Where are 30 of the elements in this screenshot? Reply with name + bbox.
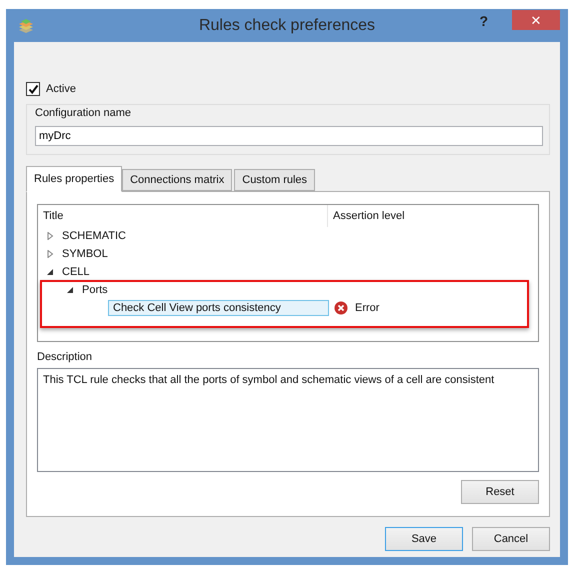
collapsed-arrow-icon[interactable] bbox=[46, 232, 54, 240]
tree-item[interactable]: SCHEMATIC bbox=[60, 229, 128, 243]
configuration-name-field[interactable]: myDrc bbox=[35, 126, 543, 146]
cancel-button[interactable]: Cancel bbox=[472, 527, 550, 551]
description-field[interactable]: This TCL rule checks that all the ports of symbol and schematic views of a cell are consistent bbox=[37, 368, 539, 472]
save-button[interactable]: Save bbox=[385, 527, 463, 551]
tab[interactable]: Rules properties bbox=[26, 166, 122, 192]
tree-item[interactable]: CELL bbox=[60, 265, 92, 279]
help-button[interactable]: ? bbox=[475, 13, 492, 29]
column-header[interactable]: Assertion level bbox=[328, 205, 538, 227]
tree-item[interactable]: Check Cell View ports consistency bbox=[108, 300, 329, 316]
tab[interactable]: Connections matrix bbox=[122, 169, 232, 191]
collapsed-arrow-icon[interactable] bbox=[46, 250, 54, 258]
expanded-arrow-icon[interactable] bbox=[66, 286, 74, 294]
expanded-arrow-icon[interactable] bbox=[46, 268, 54, 276]
reset-button[interactable]: Reset bbox=[461, 480, 539, 504]
active-label: Active bbox=[46, 83, 76, 95]
layers-icon bbox=[18, 18, 34, 34]
tree-item[interactable]: Ports bbox=[80, 283, 110, 297]
close-button[interactable]: ✕ bbox=[512, 10, 560, 30]
tree-item[interactable]: SYMBOL bbox=[60, 247, 110, 261]
assertion-level: Error bbox=[355, 302, 380, 314]
tab[interactable]: Custom rules bbox=[234, 169, 316, 191]
configuration-label: Configuration name bbox=[35, 107, 132, 119]
column-header[interactable]: Title bbox=[38, 205, 328, 227]
error-icon bbox=[334, 301, 348, 315]
description-label: Description bbox=[37, 351, 94, 363]
active-checkbox[interactable] bbox=[26, 82, 40, 96]
description-text: This TCL rule checks that all the ports of symbol and schematic views of a cell are consistent bbox=[43, 374, 494, 386]
window-title: Rules check preferences bbox=[198, 17, 376, 35]
